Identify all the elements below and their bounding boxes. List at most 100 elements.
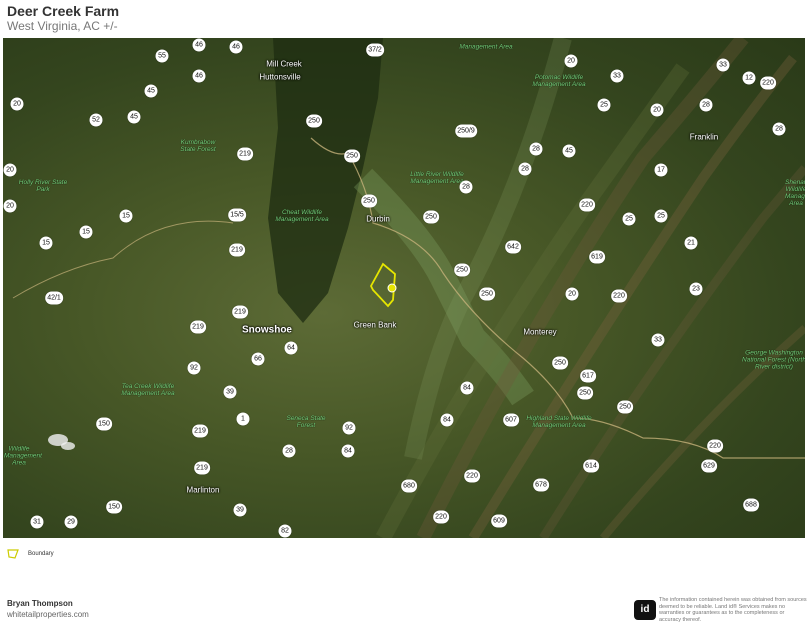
road-shield: 33 <box>651 333 665 347</box>
road-shield: 23 <box>689 282 703 296</box>
area-label: Wildlife Management Area <box>4 445 42 467</box>
property-marker[interactable] <box>387 283 397 293</box>
area-label: Shenandoah Wildlife Management Area <box>785 179 805 207</box>
road-shield: 250 <box>617 400 633 414</box>
agent-website[interactable]: whitetailproperties.com <box>7 610 89 619</box>
area-label: Little River Wildlife Management Area <box>410 171 464 185</box>
road-shield: 92 <box>187 361 201 375</box>
road-shield: 46 <box>229 40 243 54</box>
road-shield: 20 <box>3 163 17 177</box>
road-shield: 20 <box>564 54 578 68</box>
road-shield: 150 <box>106 500 122 514</box>
page-title: Deer Creek Farm <box>7 3 120 19</box>
road-shield: 12 <box>742 71 756 85</box>
road-shield: 84 <box>440 413 454 427</box>
road-shield: 220 <box>760 76 776 90</box>
road-shield: 20 <box>10 97 24 111</box>
road-shield: 20 <box>3 199 17 213</box>
road-shield: 39 <box>223 385 237 399</box>
road-shield: 220 <box>579 198 595 212</box>
road-shield: 25 <box>622 212 636 226</box>
road-shield: 20 <box>650 103 664 117</box>
place-label: Franklin <box>689 132 719 142</box>
landid-logo: id <box>634 600 656 620</box>
road-shield: 25 <box>597 98 611 112</box>
legend-label: Boundary <box>28 551 54 557</box>
road-shield: 64 <box>284 341 298 355</box>
road-shield: 250 <box>577 386 593 400</box>
place-label: Durbin <box>366 214 390 224</box>
road-shield: 84 <box>460 381 474 395</box>
road-shield: 84 <box>341 444 355 458</box>
road-shield: 150 <box>96 417 112 431</box>
road-shield: 66 <box>251 352 265 366</box>
boundary-legend-icon <box>7 549 19 559</box>
road-shield: 28 <box>529 142 543 156</box>
road-shield: 250 <box>344 149 360 163</box>
road-shield: 619 <box>589 250 605 264</box>
area-label: Highland State Wildlife Management Area <box>526 415 592 429</box>
road-shield: 678 <box>533 478 549 492</box>
area-label: Tea Creek Wildlife Management Area <box>121 383 175 397</box>
road-shield: 629 <box>701 459 717 473</box>
road-shield: 20 <box>565 287 579 301</box>
road-shield: 614 <box>583 459 599 473</box>
road-shield: 250 <box>306 114 322 128</box>
road-shield: 220 <box>433 510 449 524</box>
place-label: Green Bank <box>353 320 397 330</box>
road-shield: 220 <box>707 439 723 453</box>
place-label: Huttonsville <box>259 72 301 82</box>
road-shield: 15 <box>119 209 133 223</box>
road-shield: 250 <box>423 210 439 224</box>
disclaimer-text: The information contained herein was obt… <box>659 597 807 623</box>
road-shield: 42/1 <box>45 291 63 305</box>
place-label: Marlinton <box>186 485 220 495</box>
road-shield: 45 <box>127 110 141 124</box>
road-shield: 219 <box>192 424 208 438</box>
road-shield: 25 <box>654 209 668 223</box>
road-shield: 250 <box>479 287 495 301</box>
road-shield: 607 <box>503 413 519 427</box>
road-shield: 219 <box>190 320 206 334</box>
road-shield: 46 <box>192 69 206 83</box>
area-label: Kumbrabow State Forest <box>180 139 216 153</box>
road-shield: 220 <box>611 289 627 303</box>
road-shield: 642 <box>505 240 521 254</box>
road-shield: 33 <box>716 58 730 72</box>
terrain-layer <box>12 38 805 538</box>
road-shield: 29 <box>64 515 78 529</box>
road-shield: 15 <box>39 236 53 250</box>
road-shield: 55 <box>155 49 169 63</box>
road-shield: 21 <box>684 236 698 250</box>
area-label: Potomac Wildlife Management Area <box>532 74 586 88</box>
road-shield: 617 <box>580 369 596 383</box>
road-shield: 46 <box>192 38 206 52</box>
road-shield: 219 <box>229 243 245 257</box>
area-label: Cheat Wildlife Management Area <box>275 209 329 223</box>
road-shield: 250/9 <box>455 124 477 138</box>
road-shield: 17 <box>654 163 668 177</box>
place-label: Snowshoe <box>241 324 293 336</box>
satellite-map[interactable]: Management Area Potomac Wildlife Managem… <box>3 38 805 538</box>
area-label: Seneca State Forest <box>286 415 326 429</box>
road-shield: 37/2 <box>366 43 384 57</box>
road-shield: 219 <box>237 147 253 161</box>
road-shield: 52 <box>89 113 103 127</box>
road-shield: 609 <box>491 514 507 528</box>
agent-name: Bryan Thompson <box>7 599 73 608</box>
road-shield: 28 <box>459 180 473 194</box>
road-shield: 28 <box>699 98 713 112</box>
road-shield: 219 <box>194 461 210 475</box>
road-shield: 250 <box>552 356 568 370</box>
road-shield: 45 <box>144 84 158 98</box>
road-shield: 45 <box>562 144 576 158</box>
road-shield: 220 <box>464 469 480 483</box>
road-shield: 92 <box>342 421 356 435</box>
road-shield: 219 <box>232 305 248 319</box>
road-shield: 15/5 <box>228 208 246 222</box>
road-shield: 680 <box>401 479 417 493</box>
road-shield: 688 <box>743 498 759 512</box>
place-label: Monterey <box>523 327 557 337</box>
road-shield: 28 <box>518 162 532 176</box>
road-shield: 1 <box>236 412 250 426</box>
